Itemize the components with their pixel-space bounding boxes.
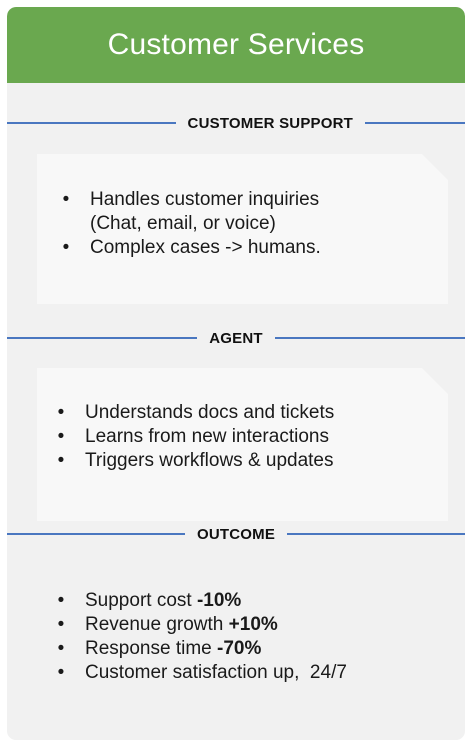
divider-line	[7, 533, 185, 535]
section-label-agent: AGENT	[209, 329, 263, 347]
section-divider-customer-support: CUSTOMER SUPPORT	[7, 111, 465, 135]
divider-line	[365, 122, 465, 124]
outcome-list: • Support cost -10% • Revenue growth +10…	[55, 589, 347, 685]
agent-list: • Understands docs and tickets • Learns …	[55, 401, 334, 473]
list-item: • Customer satisfaction up, 24/7	[57, 662, 347, 683]
section-divider-outcome: OUTCOME	[7, 522, 465, 546]
divider-line	[274, 337, 465, 339]
section-label-outcome: OUTCOME	[196, 525, 276, 543]
divider-line	[7, 337, 198, 339]
card-header: Customer Services	[7, 7, 465, 83]
list-item: • Response time -70%	[57, 638, 262, 659]
list-item: • Understands docs and tickets	[57, 402, 335, 423]
agent-panel: • Understands docs and tickets • Learns …	[37, 368, 448, 521]
list-item: • Triggers workflows & updates	[57, 450, 334, 471]
list-item: • Revenue growth +10%	[57, 614, 278, 635]
divider-line	[7, 122, 176, 124]
divider-line	[287, 533, 465, 535]
customer-support-list: • Handles customer inquiries (Chat, emai…	[60, 188, 321, 260]
list-item: • Learns from new interactions	[57, 426, 329, 447]
list-item: • Complex cases -> humans.	[62, 237, 321, 258]
customer-services-card: Customer Services CUSTOMER SUPPORT • Han…	[7, 7, 465, 740]
list-item: • Support cost -10%	[57, 590, 242, 611]
section-divider-agent: AGENT	[7, 326, 465, 350]
section-label-customer-support: CUSTOMER SUPPORT	[187, 114, 353, 132]
card-title: Customer Services	[107, 28, 365, 61]
customer-support-panel: • Handles customer inquiries (Chat, emai…	[37, 154, 448, 304]
list-item: • Handles customer inquiries (Chat, emai…	[62, 189, 320, 234]
